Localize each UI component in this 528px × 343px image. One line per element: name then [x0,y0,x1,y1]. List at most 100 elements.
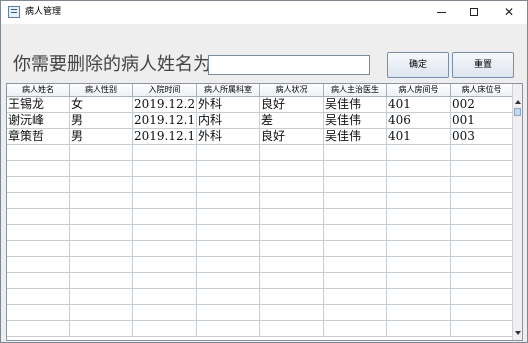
empty-cell[interactable] [7,193,70,209]
empty-cell[interactable] [387,273,451,289]
empty-cell[interactable] [260,193,324,209]
empty-cell[interactable] [324,177,387,193]
empty-cell[interactable] [387,161,451,177]
empty-cell[interactable] [324,273,387,289]
empty-cell[interactable] [197,241,260,257]
empty-cell[interactable] [387,289,451,305]
empty-cell[interactable] [7,289,70,305]
empty-cell[interactable] [387,225,451,241]
scroll-up-arrow-icon[interactable] [513,97,522,107]
empty-cell[interactable] [133,161,197,177]
empty-cell[interactable] [133,145,197,161]
empty-cell[interactable] [133,273,197,289]
empty-cell[interactable] [260,177,324,193]
cell-condition[interactable]: 良好 [260,97,324,113]
empty-cell[interactable] [324,161,387,177]
column-header-room[interactable]: 病人房间号 [387,84,451,97]
empty-cell[interactable] [451,209,513,225]
empty-cell[interactable] [324,321,387,337]
empty-cell[interactable] [197,161,260,177]
empty-cell[interactable] [260,257,324,273]
cell-department[interactable]: 内科 [197,113,260,129]
empty-cell[interactable] [197,257,260,273]
empty-cell[interactable] [387,145,451,161]
empty-cell[interactable] [133,257,197,273]
empty-cell[interactable] [197,193,260,209]
cell-gender[interactable]: 男 [70,129,133,145]
empty-cell[interactable] [324,209,387,225]
empty-cell[interactable] [451,193,513,209]
cell-name[interactable]: 章策哲 [7,129,70,145]
empty-cell[interactable] [451,257,513,273]
scroll-down-arrow-icon[interactable] [513,328,522,338]
cell-condition[interactable]: 良好 [260,129,324,145]
column-header-condition[interactable]: 病人状况 [260,84,324,97]
empty-cell[interactable] [451,161,513,177]
empty-cell[interactable] [324,241,387,257]
empty-cell[interactable] [133,241,197,257]
empty-cell[interactable] [7,209,70,225]
empty-cell[interactable] [451,273,513,289]
empty-cell[interactable] [387,177,451,193]
empty-cell[interactable] [197,225,260,241]
empty-cell[interactable] [70,177,133,193]
cell-admission-date[interactable]: 2019.12.11 [133,129,197,145]
table-row[interactable]: 章策哲 男 2019.12.11 外科 良好 吴佳伟 401 003 [7,129,513,145]
empty-table-row[interactable] [7,257,513,273]
empty-cell[interactable] [387,209,451,225]
table-row[interactable]: 谢沅峰 男 2019.12.15 内科 差 吴佳伟 406 001 [7,113,513,129]
scrollbar-thumb[interactable] [514,108,521,116]
empty-cell[interactable] [387,321,451,337]
patient-table[interactable]: 病人姓名 病人性别 入院时间 病人所属科室 病人状况 病人主治医生 病人房间号 … [6,83,523,341]
vertical-scrollbar[interactable] [512,84,522,340]
cell-gender[interactable]: 男 [70,113,133,129]
empty-cell[interactable] [7,321,70,337]
empty-cell[interactable] [387,193,451,209]
empty-cell[interactable] [260,321,324,337]
close-button[interactable]: ✕ [493,1,525,24]
empty-cell[interactable] [7,305,70,321]
empty-cell[interactable] [324,289,387,305]
empty-cell[interactable] [197,305,260,321]
column-header-department[interactable]: 病人所属科室 [197,84,260,97]
empty-table-row[interactable] [7,145,513,161]
empty-cell[interactable] [7,177,70,193]
empty-cell[interactable] [70,225,133,241]
title-bar[interactable]: 病人管理 ✕ [1,1,527,24]
empty-cell[interactable] [70,321,133,337]
empty-cell[interactable] [7,241,70,257]
empty-table-row[interactable] [7,273,513,289]
empty-cell[interactable] [70,145,133,161]
empty-cell[interactable] [197,177,260,193]
empty-cell[interactable] [324,145,387,161]
empty-cell[interactable] [260,273,324,289]
empty-cell[interactable] [70,193,133,209]
empty-cell[interactable] [260,305,324,321]
cell-department[interactable]: 外科 [197,129,260,145]
empty-cell[interactable] [70,241,133,257]
column-header-name[interactable]: 病人姓名 [7,84,70,97]
empty-cell[interactable] [7,225,70,241]
empty-cell[interactable] [324,225,387,241]
empty-cell[interactable] [133,225,197,241]
empty-cell[interactable] [451,177,513,193]
empty-table-row[interactable] [7,321,513,337]
empty-cell[interactable] [70,209,133,225]
empty-cell[interactable] [70,289,133,305]
cell-bed[interactable]: 001 [451,113,513,129]
empty-cell[interactable] [133,177,197,193]
reset-button[interactable]: 重置 [452,52,514,78]
maximize-button[interactable] [459,1,491,24]
empty-cell[interactable] [260,145,324,161]
empty-cell[interactable] [7,273,70,289]
cell-admission-date[interactable]: 2019.12.15 [133,113,197,129]
cell-condition[interactable]: 差 [260,113,324,129]
empty-table-row[interactable] [7,305,513,321]
empty-cell[interactable] [260,209,324,225]
empty-cell[interactable] [451,289,513,305]
column-header-admission-date[interactable]: 入院时间 [133,84,197,97]
cell-room[interactable]: 401 [387,129,451,145]
cell-bed[interactable]: 003 [451,129,513,145]
empty-cell[interactable] [70,305,133,321]
empty-cell[interactable] [197,145,260,161]
